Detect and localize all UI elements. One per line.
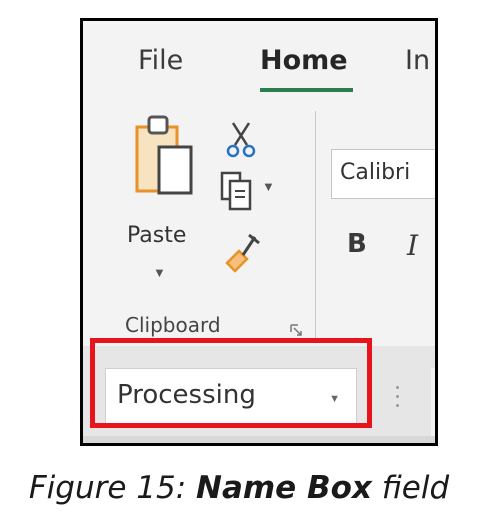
paste-icon bbox=[133, 113, 195, 218]
paste-dropdown-icon[interactable]: ▼ bbox=[153, 265, 166, 280]
cut-button[interactable] bbox=[223, 119, 259, 159]
font-name-combobox[interactable]: Calibri bbox=[331, 149, 435, 199]
clipboard-group-label: Clipboard bbox=[125, 313, 221, 337]
paste-button[interactable]: Paste ▼ bbox=[123, 113, 203, 283]
tab-file[interactable]: File bbox=[138, 45, 183, 76]
format-painter-button[interactable] bbox=[221, 229, 263, 273]
paste-label: Paste bbox=[127, 223, 187, 248]
name-box-value[interactable]: Processing bbox=[117, 380, 256, 410]
italic-button[interactable]: I bbox=[407, 229, 418, 262]
tab-insert[interactable]: In bbox=[405, 45, 430, 76]
ribbon-tab-bar: File Home In bbox=[83, 21, 435, 101]
copy-dropdown-icon[interactable]: ▼ bbox=[262, 179, 275, 194]
name-box-dropdown-icon[interactable]: ▼ bbox=[329, 393, 340, 405]
scissors-icon bbox=[223, 122, 259, 163]
ribbon-group-divider bbox=[315, 111, 316, 343]
formula-bar-edge bbox=[431, 368, 435, 438]
formula-bar-row: Processing ▼ bbox=[83, 346, 435, 438]
copy-icon bbox=[218, 171, 260, 217]
figure-caption: Figure 15: Name Box field bbox=[0, 470, 478, 506]
caption-suffix: field bbox=[371, 470, 450, 506]
dialog-launcher-icon[interactable] bbox=[289, 323, 303, 342]
copy-button[interactable]: ▼ bbox=[218, 169, 286, 213]
excel-screenshot-frame: File Home In Paste ▼ ▼ Clipboard Calibri… bbox=[80, 18, 438, 446]
bold-button[interactable]: B bbox=[347, 229, 367, 259]
format-painter-icon bbox=[221, 233, 263, 277]
ribbon-home-panel: Paste ▼ ▼ Clipboard Calibri B I bbox=[83, 101, 435, 346]
worksheet-header-strip bbox=[83, 436, 435, 443]
tab-home[interactable]: Home bbox=[260, 45, 348, 76]
tab-home-selected-indicator bbox=[260, 88, 353, 92]
formula-bar-splitter[interactable] bbox=[396, 386, 400, 414]
name-box[interactable]: Processing ▼ bbox=[105, 368, 357, 424]
caption-bold-term: Name Box bbox=[196, 470, 372, 506]
caption-prefix: Figure 15: bbox=[28, 470, 197, 506]
